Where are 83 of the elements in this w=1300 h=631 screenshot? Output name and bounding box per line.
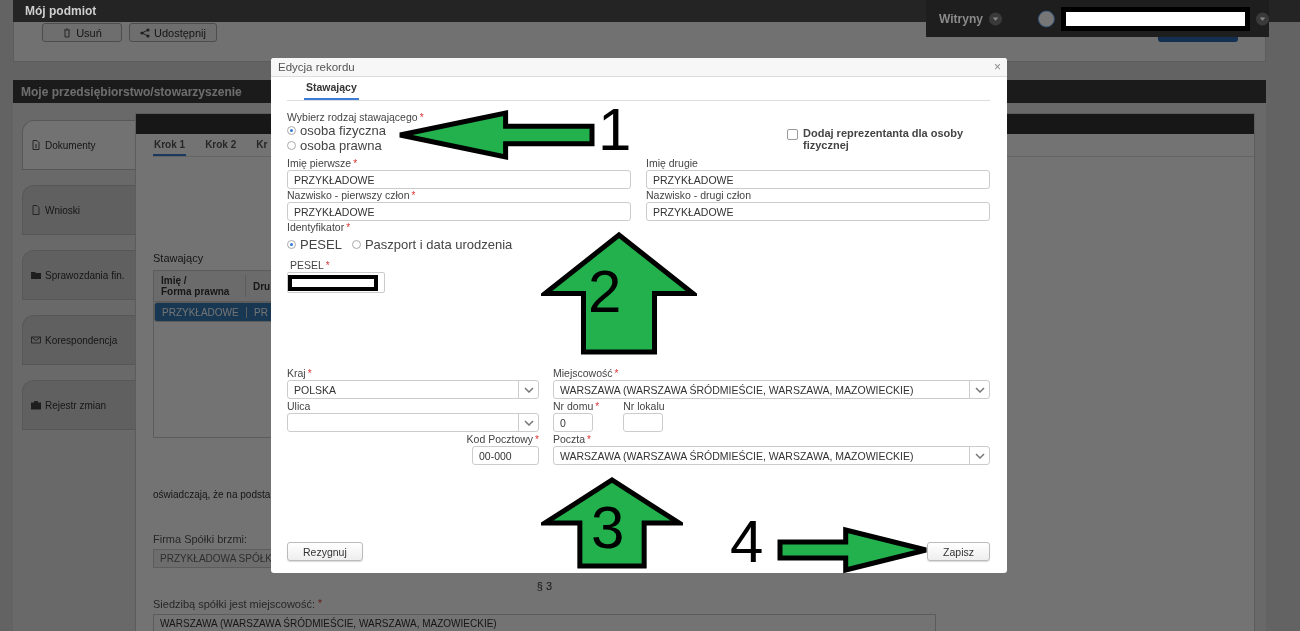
- field-label: Firma Spółki brzmi:: [153, 533, 248, 545]
- text-field[interactable]: 0: [553, 413, 593, 432]
- text-field[interactable]: 00-000: [472, 446, 539, 465]
- chevron-down-icon: [523, 419, 534, 426]
- field-label: PESEL: [290, 259, 324, 271]
- field-label: Miejscowość: [553, 367, 613, 379]
- dropdown-field[interactable]: [287, 413, 539, 432]
- field-label: Nr lokalu: [623, 400, 665, 412]
- text-field[interactable]: PRZYKŁADOWE: [287, 170, 631, 189]
- trash-icon: [62, 27, 73, 38]
- field-label: Nr domu: [553, 400, 594, 412]
- table-cell: PRZYKŁADOWE: [155, 306, 247, 318]
- chevron-down-icon: [523, 386, 534, 393]
- required-asterisk: *: [353, 158, 358, 169]
- table-caption: Stawający: [153, 252, 204, 264]
- side-tab[interactable]: Dokumenty: [22, 120, 135, 170]
- caret-icon[interactable]: [988, 11, 1002, 26]
- checkbox[interactable]: [787, 129, 798, 140]
- radio-button[interactable]: [351, 240, 361, 249]
- radio-label[interactable]: osoba fizyczna: [300, 123, 386, 138]
- dialog-tab[interactable]: Stawający: [304, 79, 359, 100]
- section-title: Moje przedsiębiorstwo/stowarzyszenie: [21, 84, 242, 99]
- declaration-text: oświadczają, że na podsta: [153, 489, 271, 500]
- dialog-title: Edycja rekordu: [278, 61, 355, 73]
- text-field[interactable]: [623, 413, 664, 432]
- toolbar-button[interactable]: Usuń: [42, 23, 122, 42]
- required-asterisk: *: [587, 434, 591, 445]
- text-field[interactable]: PRZYKŁADOWE: [287, 202, 631, 221]
- text-field[interactable]: PRZYKŁADOWE: [646, 202, 990, 221]
- annotation-number: 3: [591, 498, 625, 558]
- radio-label[interactable]: Paszport i data urodzenia: [364, 237, 513, 252]
- field-label: Ulica: [287, 400, 311, 412]
- pesel-field[interactable]: [287, 272, 385, 293]
- folder-icon: [31, 270, 41, 280]
- file-icon: [31, 205, 41, 215]
- field-label: Nazwisko - pierwszy człon: [287, 189, 410, 201]
- toolbar-button[interactable]: Udostępnij: [129, 23, 217, 42]
- text-field[interactable]: PRZYKŁADOWE: [646, 170, 990, 189]
- briefcase-icon: [31, 400, 41, 410]
- field-label: Kod Pocztowy: [466, 433, 534, 445]
- chevron-down-icon: [974, 452, 985, 459]
- caret-icon[interactable]: [1255, 11, 1269, 26]
- required-asterisk: *: [614, 368, 619, 379]
- required-asterisk: *: [419, 112, 424, 123]
- field-label: Siedzibą spółki jest miejscowość:: [153, 598, 315, 610]
- dialog-button[interactable]: Zapisz: [927, 542, 990, 561]
- radio-label[interactable]: osoba prawna: [300, 138, 382, 153]
- required-asterisk: *: [307, 368, 312, 379]
- radio-button[interactable]: [287, 126, 296, 135]
- field-label: Poczta: [553, 433, 586, 445]
- share-icon: [140, 27, 150, 38]
- field-label: Nazwisko - drugi człon: [646, 189, 752, 201]
- dropdown-field[interactable]: WARSZAWA (WARSZAWA ŚRÓDMIEŚCIE, WARSZAWA, MAZOWIECKIE): [553, 380, 990, 399]
- paragraph-number: § 3: [535, 580, 554, 592]
- dropdown-field[interactable]: POLSKA: [287, 380, 539, 399]
- required-asterisk: *: [346, 222, 351, 233]
- field-label: Imię pierwsze: [287, 157, 352, 169]
- annotation-number: 1: [598, 100, 632, 160]
- required-asterisk: *: [411, 190, 416, 201]
- chevron-down-icon: [974, 386, 985, 393]
- required-asterisk: *: [535, 434, 539, 445]
- required-asterisk: *: [595, 401, 600, 412]
- sites-menu[interactable]: Witryny: [939, 11, 983, 26]
- dropdown-field[interactable]: WARSZAWA (WARSZAWA ŚRÓDMIEŚCIE, WARSZAWA, MAZOWIECKIE): [153, 614, 936, 631]
- radio-button[interactable]: [287, 240, 296, 249]
- required-asterisk: *: [318, 598, 322, 610]
- field-label: Identyfikator: [287, 221, 345, 233]
- envelope-icon: [31, 335, 41, 345]
- document-icon: [31, 140, 41, 150]
- avatar-icon: [1037, 9, 1055, 28]
- dialog-button[interactable]: Rezygnuj: [287, 542, 363, 561]
- annotation-number: 4: [730, 512, 764, 572]
- column-header: Imię / Forma prawna: [154, 275, 246, 297]
- field-label: Imię drugie: [646, 157, 698, 169]
- dropdown-field[interactable]: WARSZAWA (WARSZAWA ŚRÓDMIEŚCIE, WARSZAWA, MAZOWIECKIE): [553, 446, 990, 465]
- page-title: Mój podmiot: [25, 4, 97, 18]
- radio-button[interactable]: [287, 141, 296, 150]
- checkbox-label[interactable]: Dodaj reprezentanta dla osoby fizycznej: [803, 127, 990, 151]
- radio-label[interactable]: PESEL: [300, 237, 342, 252]
- annotation-number: 2: [588, 262, 622, 322]
- field-label: Kraj: [287, 367, 306, 379]
- required-asterisk: *: [325, 260, 330, 271]
- field-label: Wybierz rodzaj stawającego: [287, 111, 418, 123]
